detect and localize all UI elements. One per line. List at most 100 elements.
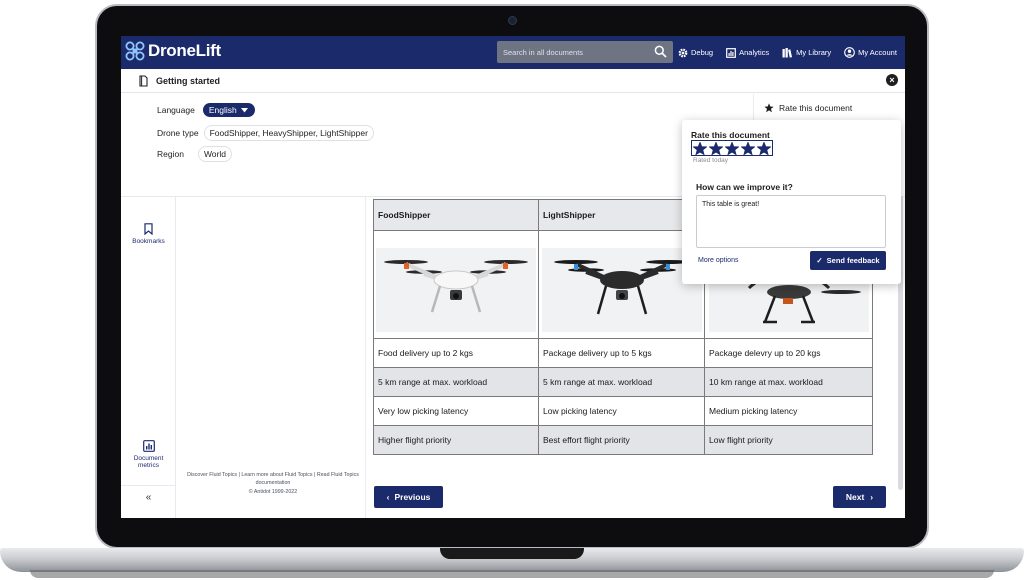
- table-cell: Food delivery up to 2 kgs: [373, 338, 539, 368]
- toc-column: Discover Fluid Topics | Learn more about…: [176, 197, 366, 518]
- check-icon: ✓: [816, 256, 823, 265]
- nav-account[interactable]: My Account: [844, 47, 897, 58]
- caret-down-icon: [240, 107, 248, 112]
- drone-type-row: Drone type FoodShipper, HeavyShipper, Li…: [157, 125, 374, 141]
- previous-button[interactable]: ‹ Previous: [374, 486, 443, 508]
- nav-debug-label: Debug: [691, 48, 714, 57]
- table-image-cell: [538, 230, 705, 339]
- table-row: Very low picking latency Low picking lat…: [373, 396, 873, 426]
- light-shipper-drone-image: [541, 247, 702, 332]
- laptop-notch: [440, 548, 584, 559]
- top-navbar: DroneLift Debug: [121, 36, 905, 69]
- analytics-icon: [726, 47, 737, 58]
- document-title: Getting started: [156, 76, 221, 86]
- nav-analytics[interactable]: Analytics: [726, 47, 770, 58]
- star-rating[interactable]: [691, 140, 773, 156]
- rate-document-link[interactable]: Rate this document: [753, 94, 905, 122]
- nav-library-label: My Library: [796, 48, 832, 57]
- metrics-icon: [142, 440, 155, 452]
- star-icon[interactable]: [725, 142, 739, 155]
- star-icon: [764, 103, 774, 113]
- region-chip[interactable]: World: [197, 146, 232, 162]
- next-label: Next: [845, 492, 865, 502]
- nav-account-label: My Account: [858, 48, 897, 57]
- previous-label: Previous: [394, 492, 431, 502]
- footer-links[interactable]: Discover Fluid Topics | Learn more about…: [184, 472, 362, 487]
- double-chevron-left-icon: «: [145, 492, 152, 503]
- bookmark-icon: [144, 223, 153, 235]
- send-feedback-button[interactable]: ✓ Send feedback: [810, 251, 886, 270]
- webcam: [508, 16, 517, 25]
- user-account-icon: [844, 47, 855, 58]
- star-icon[interactable]: [741, 142, 755, 155]
- app-logo[interactable]: DroneLift: [125, 41, 221, 61]
- app-name: DroneLift: [148, 41, 221, 60]
- table-header-cell: LightShipper: [538, 199, 705, 231]
- white-drone-illustration: [384, 259, 528, 312]
- language-row: Language English: [157, 103, 255, 117]
- table-row: 5 km range at max. workload 5 km range a…: [373, 367, 873, 397]
- black-drone-illustration: [553, 259, 690, 314]
- sidebar-document-metrics[interactable]: Document metrics: [121, 440, 176, 469]
- star-icon[interactable]: [709, 142, 723, 155]
- sidebar-bookmarks[interactable]: Bookmarks: [121, 223, 176, 245]
- language-select[interactable]: English: [202, 103, 255, 117]
- document-header: Getting started ×: [121, 69, 905, 93]
- table-cell: 10 km range at max. workload: [704, 367, 873, 397]
- chevron-right-icon: ›: [870, 492, 874, 502]
- rated-status: Rated today: [693, 157, 729, 164]
- table-row: Higher flight priority Best effort fligh…: [373, 425, 873, 455]
- table-cell: Package delivery up to 5 kgs: [538, 338, 705, 368]
- feedback-textarea[interactable]: This table is great!: [696, 195, 886, 248]
- rating-popup-title: Rate this document: [691, 130, 770, 140]
- bookmarks-label: Bookmarks: [132, 238, 165, 245]
- table-cell: Medium picking latency: [704, 396, 873, 426]
- document-icon: [139, 75, 148, 87]
- laptop-base-shadow: [30, 570, 994, 578]
- table-cell: Low picking latency: [538, 396, 705, 426]
- search-icon[interactable]: [654, 45, 667, 58]
- nav-links: Debug Analytics My Library My Account: [678, 36, 897, 69]
- footer-copyright: © Antidot 1999-2022: [248, 489, 298, 495]
- rating-popup: Rate this document Rated today How can w…: [682, 120, 901, 284]
- table-image-cell: [373, 230, 539, 339]
- footer: Discover Fluid Topics | Learn more about…: [184, 472, 362, 497]
- laptop-mockup: DroneLift Debug: [0, 0, 1024, 581]
- table-cell: 5 km range at max. workload: [373, 367, 539, 397]
- gear-icon: [678, 48, 688, 57]
- region-label: Region: [157, 149, 184, 159]
- app-screen: DroneLift Debug: [121, 36, 905, 518]
- table-cell: Higher flight priority: [373, 425, 539, 455]
- food-shipper-drone-image: [376, 247, 536, 332]
- region-row: Region World: [157, 146, 232, 162]
- library-icon: [782, 47, 793, 58]
- more-options-link[interactable]: More options: [698, 257, 738, 264]
- language-value: English: [208, 105, 237, 115]
- drone-logo-icon: [125, 41, 145, 61]
- chevron-left-icon: ‹: [386, 492, 390, 502]
- send-feedback-label: Send feedback: [826, 256, 880, 265]
- star-icon[interactable]: [693, 142, 707, 155]
- close-icon[interactable]: ×: [886, 74, 898, 86]
- left-sidebar: Bookmarks Document metrics «: [121, 197, 176, 518]
- table-cell: Package delevry up to 20 kgs: [704, 338, 873, 368]
- table-cell: 5 km range at max. workload: [538, 367, 705, 397]
- star-icon[interactable]: [757, 142, 771, 155]
- table-cell: Very low picking latency: [373, 396, 539, 426]
- drone-type-chip[interactable]: FoodShipper, HeavyShipper, LightShipper: [203, 125, 374, 141]
- table-header-cell: FoodShipper: [373, 199, 539, 231]
- next-button[interactable]: Next ›: [833, 486, 886, 508]
- nav-debug[interactable]: Debug: [678, 48, 713, 58]
- search-input[interactable]: [503, 41, 643, 63]
- improve-label: How can we improve it?: [696, 182, 793, 192]
- nav-library[interactable]: My Library: [782, 47, 832, 58]
- table-cell: Best effort flight priority: [538, 425, 705, 455]
- collapse-sidebar-button[interactable]: «: [121, 485, 176, 503]
- search-box: [497, 41, 673, 63]
- table-cell: Low flight priority: [704, 425, 873, 455]
- metrics-label-line2: metrics: [138, 462, 159, 469]
- language-label: Language: [157, 105, 195, 115]
- metrics-label-line1: Document: [133, 455, 164, 462]
- drone-type-label: Drone type: [157, 128, 199, 138]
- nav-analytics-label: Analytics: [739, 48, 770, 57]
